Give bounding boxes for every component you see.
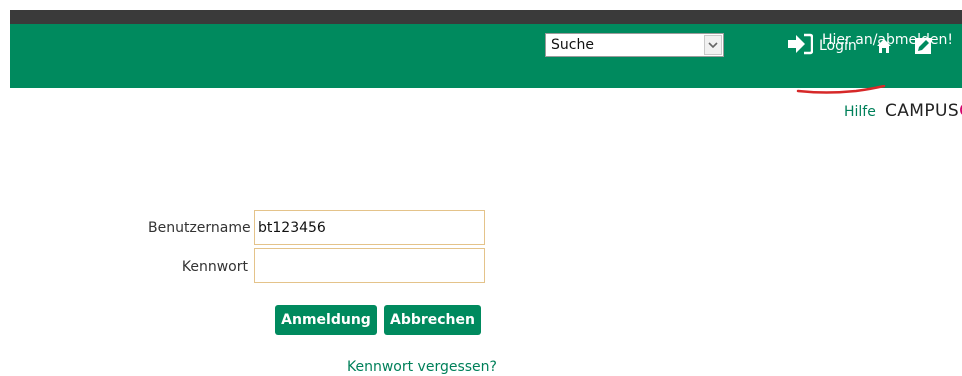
search-select[interactable]: Suche — [545, 33, 724, 57]
cancel-button[interactable]: Abbrechen — [384, 305, 481, 335]
campus-logo: CAMPUSO — [885, 101, 962, 121]
forgot-password-link[interactable]: Kennwort vergessen? — [347, 359, 497, 375]
login-label: Login — [819, 38, 857, 54]
dark-top-bar — [10, 10, 962, 24]
help-link[interactable]: Hilfe — [844, 104, 876, 120]
red-underline-annotation — [796, 82, 886, 94]
chevron-down-icon[interactable] — [704, 35, 722, 55]
password-label: Kennwort — [181, 259, 248, 275]
login-link[interactable]: Login — [787, 33, 857, 59]
edit-icon[interactable] — [914, 37, 932, 55]
username-label: Benutzername — [148, 220, 251, 236]
username-input[interactable] — [254, 210, 485, 245]
password-input[interactable] — [254, 248, 485, 283]
search-select-value: Suche — [551, 37, 594, 53]
login-arrow-icon — [787, 33, 814, 59]
home-icon[interactable] — [876, 38, 892, 54]
login-button[interactable]: Anmeldung — [275, 305, 377, 335]
